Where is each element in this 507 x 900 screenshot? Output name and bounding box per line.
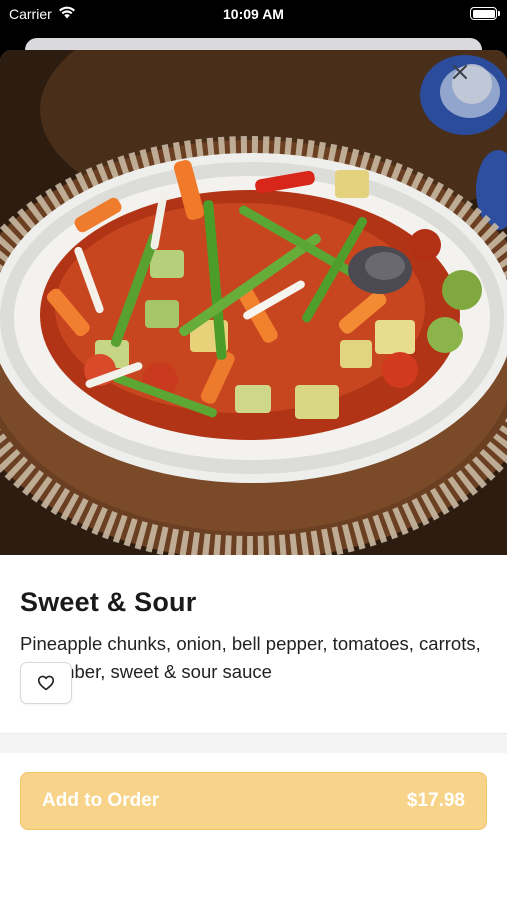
add-to-order-button[interactable]: Add to Order $17.98	[20, 772, 487, 830]
close-button[interactable]	[452, 64, 492, 104]
add-to-order-label: Add to Order	[42, 790, 160, 811]
app-screen: Carrier 10:09 AM Sweet & Sour Pineapple …	[0, 0, 507, 900]
item-description: Pineapple chunks, onion, bell pepper, to…	[20, 633, 481, 682]
item-title: Sweet & Sour	[20, 587, 197, 617]
close-icon	[453, 65, 467, 79]
food-image	[0, 50, 507, 555]
status-time: 10:09 AM	[223, 6, 284, 22]
item-details: Sweet & Sour Pineapple chunks, onion, be…	[20, 587, 490, 686]
favorite-button[interactable]	[20, 662, 72, 704]
item-price: $17.98	[406, 790, 465, 811]
battery-icon	[470, 7, 500, 20]
section-divider	[0, 733, 507, 753]
status-bar: Carrier 10:09 AM	[0, 0, 507, 30]
heart-outline-icon	[37, 675, 55, 691]
